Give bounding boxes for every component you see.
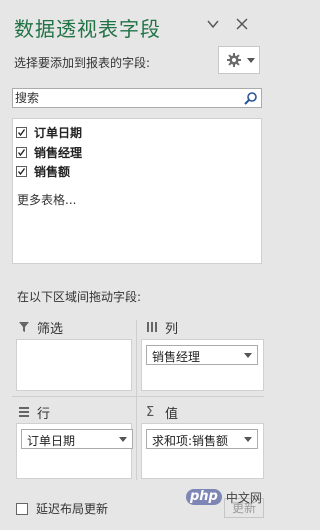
field-list-settings-button[interactable] bbox=[218, 46, 260, 74]
filter-icon bbox=[19, 322, 29, 332]
dropdown-arrow-icon bbox=[244, 437, 252, 442]
drag-fields-hint: 在以下区域间拖动字段: bbox=[17, 290, 142, 304]
search-box[interactable] bbox=[12, 88, 262, 108]
columns-area-label: 列 bbox=[165, 321, 179, 337]
search-input[interactable] bbox=[15, 90, 235, 106]
more-tables-link[interactable]: 更多表格... bbox=[17, 191, 76, 208]
checkmark-icon bbox=[17, 128, 26, 136]
field-item[interactable]: 销售额 bbox=[16, 162, 70, 180]
rows-icon bbox=[19, 407, 29, 417]
chevron-down-icon bbox=[247, 58, 255, 63]
defer-checkbox[interactable] bbox=[16, 502, 28, 515]
update-button[interactable]: 更新 bbox=[224, 498, 264, 518]
columns-icon bbox=[147, 322, 157, 332]
field-checkbox[interactable] bbox=[16, 126, 27, 138]
field-label: 销售额 bbox=[34, 164, 71, 179]
search-icon[interactable] bbox=[243, 91, 258, 106]
field-item[interactable]: 销售经理 bbox=[16, 143, 82, 161]
area-divider bbox=[12, 396, 264, 397]
checkmark-icon bbox=[17, 148, 26, 156]
checkmark-icon bbox=[17, 167, 26, 175]
watermark-brand: php bbox=[186, 489, 222, 505]
values-area[interactable]: 求和项:销售额 bbox=[141, 423, 264, 479]
sigma-icon: Σ bbox=[146, 404, 155, 420]
pane-title: 数据透视表字段 bbox=[14, 17, 161, 41]
task-pane-options-icon[interactable] bbox=[206, 17, 220, 31]
gear-icon bbox=[227, 53, 241, 67]
value-field-dropdown[interactable]: 求和项:销售额 bbox=[146, 429, 258, 449]
rows-area-label: 行 bbox=[37, 406, 51, 422]
defer-layout-update-label: 延迟布局更新 bbox=[36, 502, 109, 516]
filters-area-header: 筛选 bbox=[18, 317, 63, 337]
dropdown-arrow-icon bbox=[244, 353, 252, 358]
defer-layout-update-checkbox[interactable]: 延迟布局更新 bbox=[16, 500, 108, 517]
columns-area-header: 列 bbox=[146, 317, 178, 337]
field-item[interactable]: 订单日期 bbox=[16, 123, 82, 141]
columns-area[interactable]: 销售经理 bbox=[141, 339, 264, 391]
filters-area-label: 筛选 bbox=[37, 321, 64, 337]
field-label: 销售经理 bbox=[34, 145, 83, 160]
column-field-dropdown[interactable]: 销售经理 bbox=[146, 345, 258, 365]
close-icon[interactable] bbox=[235, 17, 249, 31]
field-list: 订单日期 销售经理 销售额 更多表格... bbox=[12, 118, 262, 264]
row-field-label: 订单日期 bbox=[27, 434, 76, 448]
row-field-dropdown[interactable]: 订单日期 bbox=[21, 429, 133, 449]
area-divider bbox=[136, 320, 137, 480]
values-area-label: 值 bbox=[165, 406, 179, 422]
column-field-label: 销售经理 bbox=[152, 350, 201, 364]
pivot-field-pane: 数据透视表字段 选择要添加到报表的字段: 搜索 订单日期 销售经理 销售额 更多… bbox=[0, 0, 276, 530]
value-field-label: 求和项:销售额 bbox=[152, 434, 229, 448]
dropdown-arrow-icon bbox=[119, 437, 127, 442]
values-area-header: Σ 值 bbox=[146, 402, 178, 422]
rows-area-header: 行 bbox=[18, 402, 50, 422]
field-label: 订单日期 bbox=[34, 125, 83, 140]
rows-area[interactable]: 订单日期 bbox=[16, 423, 133, 479]
choose-fields-label: 选择要添加到报表的字段: bbox=[14, 56, 151, 70]
filters-area[interactable] bbox=[16, 339, 132, 391]
field-checkbox[interactable] bbox=[16, 146, 27, 158]
field-checkbox[interactable] bbox=[16, 165, 27, 177]
